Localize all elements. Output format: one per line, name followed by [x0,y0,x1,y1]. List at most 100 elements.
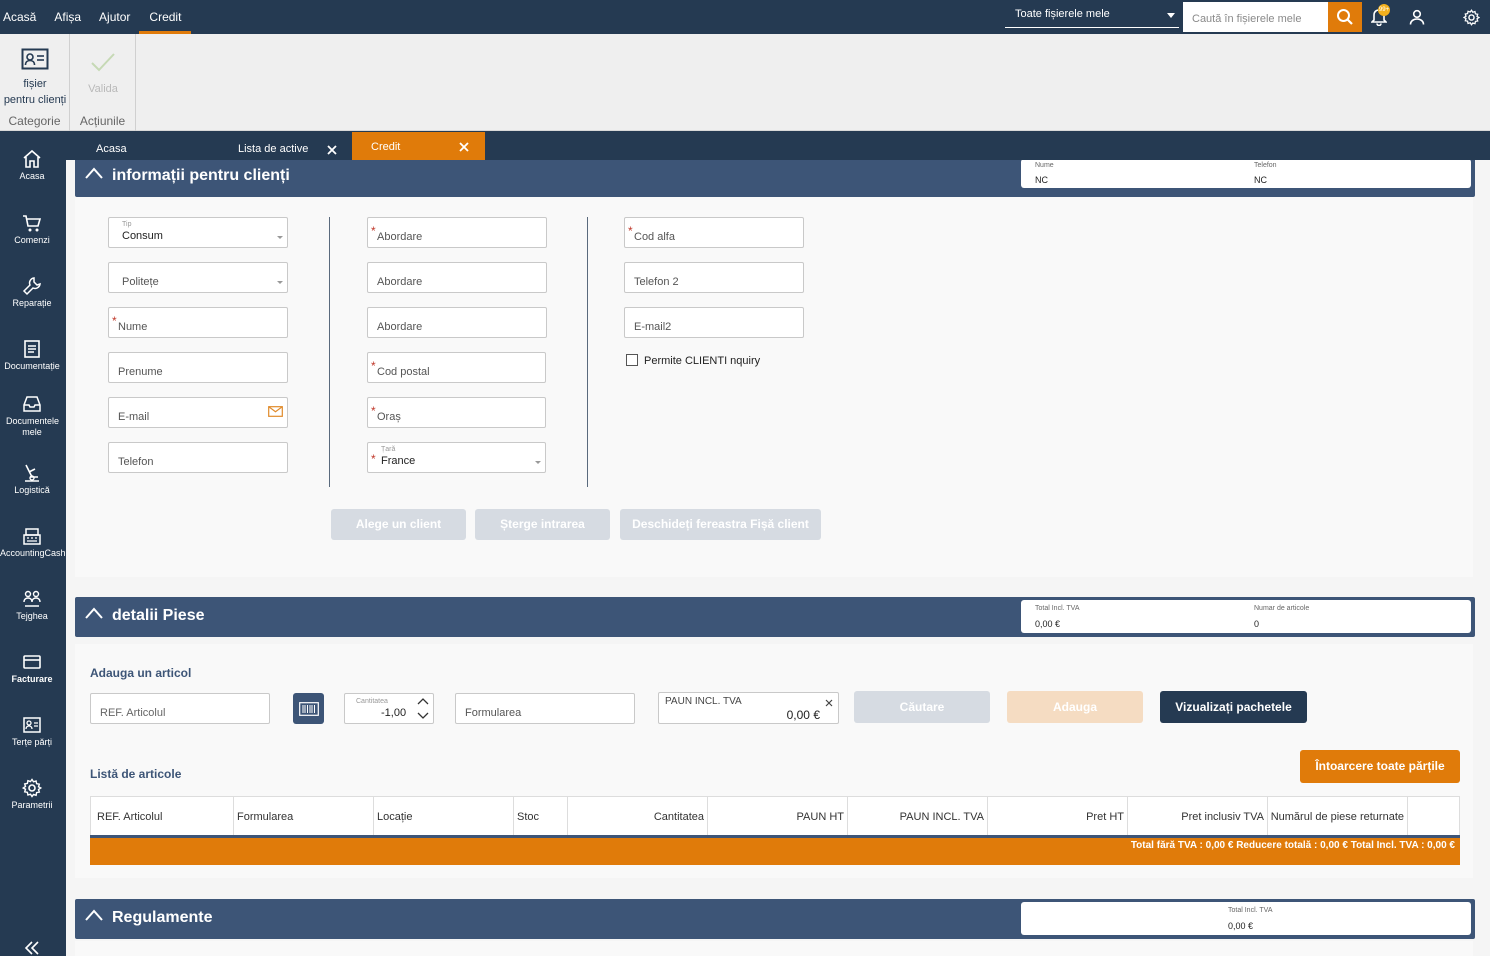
quantity-stepper[interactable]: Cantitatea -1,00 [344,693,434,724]
parts-section-title: detalii Piese [112,607,205,624]
close-icon[interactable] [459,142,469,152]
politeness-select[interactable]: Politețe [108,262,288,293]
close-icon[interactable] [327,145,337,155]
logistics-icon [25,464,39,482]
search-article-button[interactable]: Căutare [854,691,990,723]
column-header[interactable]: PAUN INCL. TVA [848,797,988,835]
summary-count-label: Numar de articole [1254,605,1310,612]
type-select[interactable]: Tip Consum [108,217,288,248]
address3-placeholder: Abordare [377,321,423,333]
file-scope-select[interactable]: Toate fișierele mele [1005,3,1179,28]
summary-total-value: 0,00 € [1035,619,1061,629]
card-icon [23,655,41,669]
validate-button[interactable]: Valida [70,46,136,97]
client-file-button[interactable]: fișier pentru clienți [0,46,70,108]
sidebar-item-comenzi[interactable]: Comenzi [0,213,64,246]
address1-field[interactable]: * Abordare [367,217,547,248]
client-summary-box: Nume NC Telefon NC [1021,160,1471,188]
first-name-field[interactable]: Prenume [108,352,288,383]
chevron-up-icon[interactable] [417,697,429,705]
column-header[interactable]: Formularea [234,797,374,835]
address2-field[interactable]: Abordare [367,262,547,293]
alpha-code-placeholder: Cod alfa [634,231,675,243]
menu-credit[interactable]: Credit [139,0,192,34]
country-select[interactable]: * Țară France [367,442,546,473]
search-icon [1337,9,1353,25]
last-name-field[interactable]: * Nume [108,307,288,338]
wording-field[interactable]: Formularea [455,693,635,724]
sidebar-item-facturare[interactable]: Facturare [0,652,64,685]
email2-field[interactable]: E-mail2 [624,307,804,338]
sidebar-item-documentele-mele[interactable]: Documentele mele [0,394,64,438]
user-button[interactable] [1406,6,1428,28]
article-ref-field[interactable]: REF. Articolul [90,693,270,724]
chevron-up-icon[interactable] [85,607,103,619]
unit-price-field[interactable]: PAUN INCL. TVA 0,00 € [658,692,839,724]
column-header[interactable]: Numărul de piese returnate [1268,797,1408,835]
menu-ajutor[interactable]: Ajutor [90,0,139,34]
phone-field[interactable]: Telefon [108,442,288,473]
unit-price-value: 0,00 € [786,708,820,722]
sidebar-item-tejghea[interactable]: Tejghea [0,589,64,622]
sidebar-item-accountingcash[interactable]: AccountingCash [0,526,66,559]
sidebar-item-reparatie[interactable]: Reparație [0,276,64,309]
inbox-icon [23,396,41,412]
summary-name-value: NC [1035,175,1048,185]
last-name-placeholder: Nume [118,321,148,333]
add-article-button[interactable]: Adauga [1007,691,1143,723]
home-icon [23,149,41,168]
barcode-button[interactable] [293,693,324,724]
chevron-up-icon[interactable] [85,167,103,179]
open-client-window-button[interactable]: Deschideți fereastra Fișă client [620,509,821,540]
address3-field[interactable]: Abordare [367,307,547,338]
column-header[interactable]: Cantitatea [568,797,708,835]
sidebar-item-acasa[interactable]: Acasa [0,149,64,182]
city-field[interactable]: * Oraș [367,397,546,428]
column-header[interactable]: Pret HT [988,797,1128,835]
client-section-title: informații pentru clienți [112,167,290,184]
parts-section-header[interactable]: detalii Piese Total Incl. TVA 0,00 € Num… [75,597,1475,637]
collapse-sidebar-icon[interactable] [24,941,40,955]
gear-icon [1462,8,1480,26]
sidebar-item-parametrii[interactable]: Parametrii [0,778,64,811]
allow-inquiry-label: Permite CLIENTI nquiry [644,355,761,367]
return-all-parts-button[interactable]: Întoarcere toate părțile [1300,750,1460,783]
choose-client-button[interactable]: Alege un client [331,509,466,540]
column-header[interactable]: Stoc [514,797,568,835]
column-divider [587,217,588,487]
search-input[interactable]: Caută în fișierele mele [1183,2,1328,32]
top-bar: Acasă Afișa Ajutor Credit Toate fișierel… [0,0,1490,34]
envelope-icon[interactable] [268,406,283,417]
menu-afisa[interactable]: Afișa [45,0,90,34]
delete-entry-button[interactable]: Șterge intrarea [475,509,610,540]
client-section-header[interactable]: informații pentru clienți Nume NC Telefo… [75,160,1475,197]
column-divider [329,217,330,487]
close-icon[interactable] [825,699,833,707]
chevron-down-icon[interactable] [417,712,429,720]
cart-icon [23,215,42,232]
column-header[interactable]: REF. Articolul [91,797,234,835]
column-header[interactable]: Pret inclusiv TVA [1128,797,1268,835]
column-header[interactable]: PAUN HT [708,797,848,835]
actions-label: Acțiunile [79,114,126,128]
postal-code-field[interactable]: * Cod postal [367,352,546,383]
rules-section-header[interactable]: Regulamente Total Incl. TVA 0,00 € [75,899,1475,939]
sidebar-item-documentatie[interactable]: Documentație [0,339,64,372]
email-field[interactable]: E-mail [108,397,288,428]
settings-button[interactable] [1460,6,1482,28]
sidebar-item-logistica[interactable]: Logistică [0,463,64,496]
quantity-label: Cantitatea [356,698,388,705]
tab-asset-list[interactable]: Lista de active [238,132,338,160]
chevron-up-icon[interactable] [85,909,103,921]
search-button[interactable] [1328,2,1362,32]
sidebar-item-terte-parti[interactable]: Terțe părți [0,715,64,748]
sidebar-label: Comenzi [14,235,50,245]
tab-acasa[interactable]: Acasa [96,132,226,160]
menu-acasa[interactable]: Acasă [0,0,45,34]
allow-inquiry-checkbox[interactable] [626,354,638,366]
summary-count-value: 0 [1254,619,1260,629]
phone2-field[interactable]: Telefon 2 [624,262,804,293]
alpha-code-field[interactable]: * Cod alfa [624,217,804,248]
column-header[interactable]: Locație [374,797,514,835]
view-packages-button[interactable]: Vizualizați pachetele [1160,691,1307,723]
